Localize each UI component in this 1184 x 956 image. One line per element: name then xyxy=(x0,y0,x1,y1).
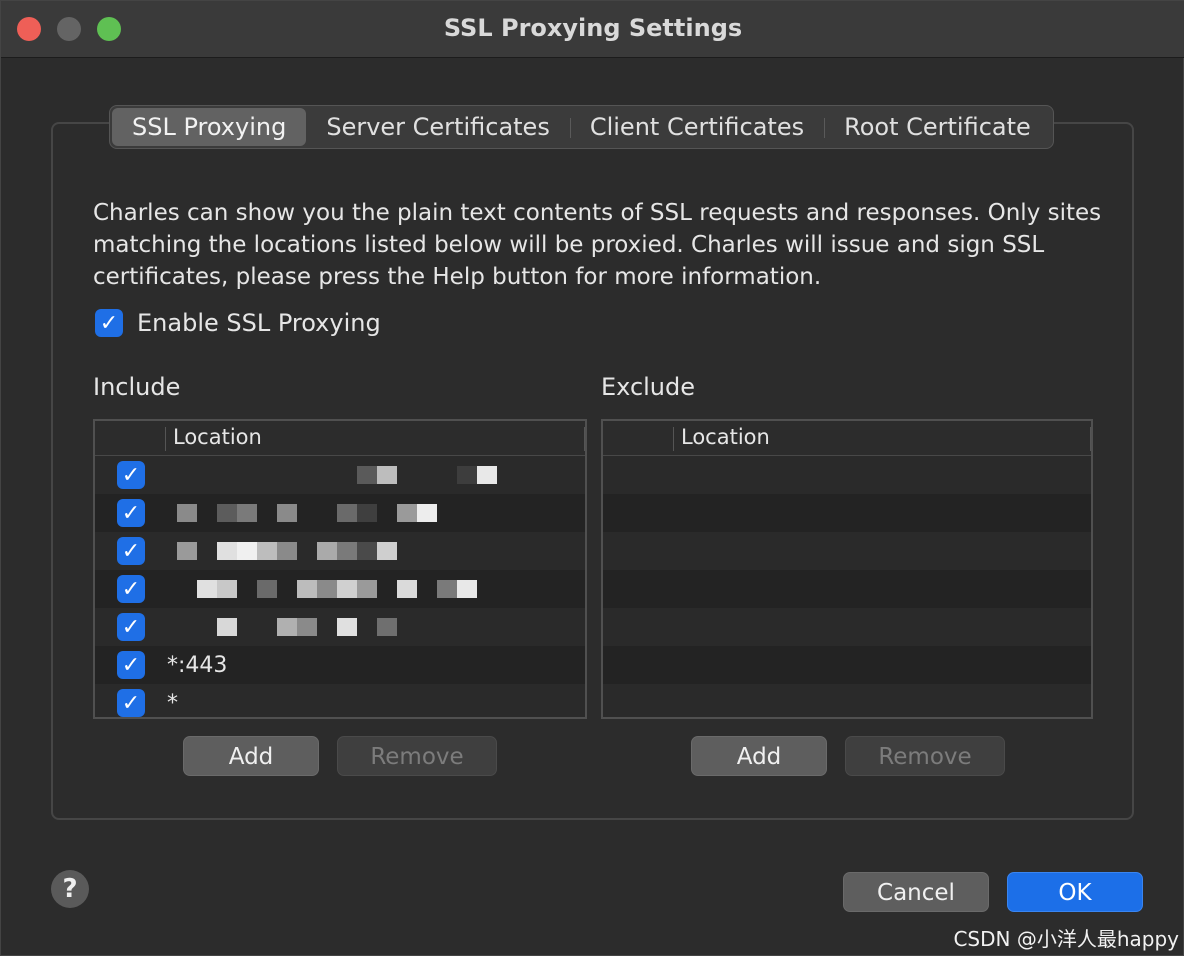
location-cell: * xyxy=(167,690,178,716)
tab-bar: SSL Proxying Server Certificates Client … xyxy=(109,105,1054,149)
table-row[interactable]: ✓ xyxy=(95,494,585,532)
table-row[interactable]: ✓ xyxy=(95,456,585,494)
row-checkbox[interactable]: ✓ xyxy=(117,689,145,717)
row-checkbox[interactable]: ✓ xyxy=(117,499,145,527)
row-checkbox[interactable]: ✓ xyxy=(117,461,145,489)
exclude-label: Exclude xyxy=(601,373,696,401)
location-cell: *:443 xyxy=(167,652,228,678)
tab-client-certificates[interactable]: Client Certificates xyxy=(569,108,824,146)
window-title: SSL Proxying Settings xyxy=(443,14,743,42)
include-table[interactable]: Location ✓ ✓ ✓ ✓ ✓ ✓ *:443 ✓ * xyxy=(93,419,587,719)
include-label: Include xyxy=(93,373,181,401)
exclude-table[interactable]: Location xyxy=(601,419,1093,719)
checkmark-icon: ✓ xyxy=(121,652,141,678)
empty-row xyxy=(603,532,1091,570)
enable-ssl-proxying-row[interactable]: ✓ Enable SSL Proxying xyxy=(95,309,381,337)
checkmark-icon: ✓ xyxy=(121,614,141,640)
ok-button[interactable]: OK xyxy=(1007,872,1143,912)
column-separator xyxy=(165,427,166,451)
row-checkbox[interactable]: ✓ xyxy=(117,613,145,641)
tab-ssl-proxying[interactable]: SSL Proxying xyxy=(112,108,307,146)
empty-row xyxy=(603,570,1091,608)
column-separator xyxy=(584,427,585,451)
redacted-location xyxy=(167,575,477,603)
checkmark-icon: ✓ xyxy=(121,690,141,716)
exclude-location-header[interactable]: Location xyxy=(681,425,770,449)
checkmark-icon: ✓ xyxy=(121,462,141,488)
description-text: Charles can show you the plain text cont… xyxy=(93,200,1102,290)
column-separator xyxy=(1090,427,1091,451)
table-row[interactable]: ✓ * xyxy=(95,684,585,717)
redacted-location xyxy=(167,499,437,527)
enable-ssl-proxying-label: Enable SSL Proxying xyxy=(137,309,381,337)
empty-row xyxy=(603,456,1091,494)
include-location-header[interactable]: Location xyxy=(173,425,262,449)
title-bar: SSL Proxying Settings xyxy=(1,1,1184,58)
tab-server-certificates[interactable]: Server Certificates xyxy=(306,108,570,146)
tab-root-certificate[interactable]: Root Certificate xyxy=(824,108,1051,146)
redacted-location xyxy=(167,461,497,489)
redacted-location xyxy=(167,537,397,565)
include-add-button[interactable]: Add xyxy=(183,736,319,776)
row-checkbox[interactable]: ✓ xyxy=(117,651,145,679)
include-table-header: Location xyxy=(95,421,585,456)
checkmark-icon: ✓ xyxy=(121,500,141,526)
empty-row xyxy=(603,684,1091,717)
row-checkbox[interactable]: ✓ xyxy=(117,575,145,603)
row-checkbox[interactable]: ✓ xyxy=(117,537,145,565)
exclude-remove-button[interactable]: Remove xyxy=(845,736,1005,776)
redacted-location xyxy=(167,613,397,641)
checkmark-icon: ✓ xyxy=(99,310,119,336)
ssl-proxying-settings-window: SSL Proxying Settings SSL Proxying Serve… xyxy=(0,0,1184,956)
exclude-table-header: Location xyxy=(603,421,1091,456)
enable-ssl-proxying-checkbox[interactable]: ✓ xyxy=(95,309,123,337)
exclude-add-button[interactable]: Add xyxy=(691,736,827,776)
column-separator xyxy=(673,427,674,451)
table-row[interactable]: ✓ xyxy=(95,532,585,570)
empty-row xyxy=(603,646,1091,684)
table-row[interactable]: ✓ xyxy=(95,570,585,608)
table-row[interactable]: ✓ *:443 xyxy=(95,646,585,684)
checkmark-icon: ✓ xyxy=(121,538,141,564)
empty-row xyxy=(603,494,1091,532)
watermark-text: CSDN @小洋人最happy xyxy=(953,927,1179,951)
table-row[interactable]: ✓ xyxy=(95,608,585,646)
help-button[interactable]: ? xyxy=(51,870,89,908)
include-remove-button[interactable]: Remove xyxy=(337,736,497,776)
cancel-button[interactable]: Cancel xyxy=(843,872,989,912)
checkmark-icon: ✓ xyxy=(121,576,141,602)
empty-row xyxy=(603,608,1091,646)
